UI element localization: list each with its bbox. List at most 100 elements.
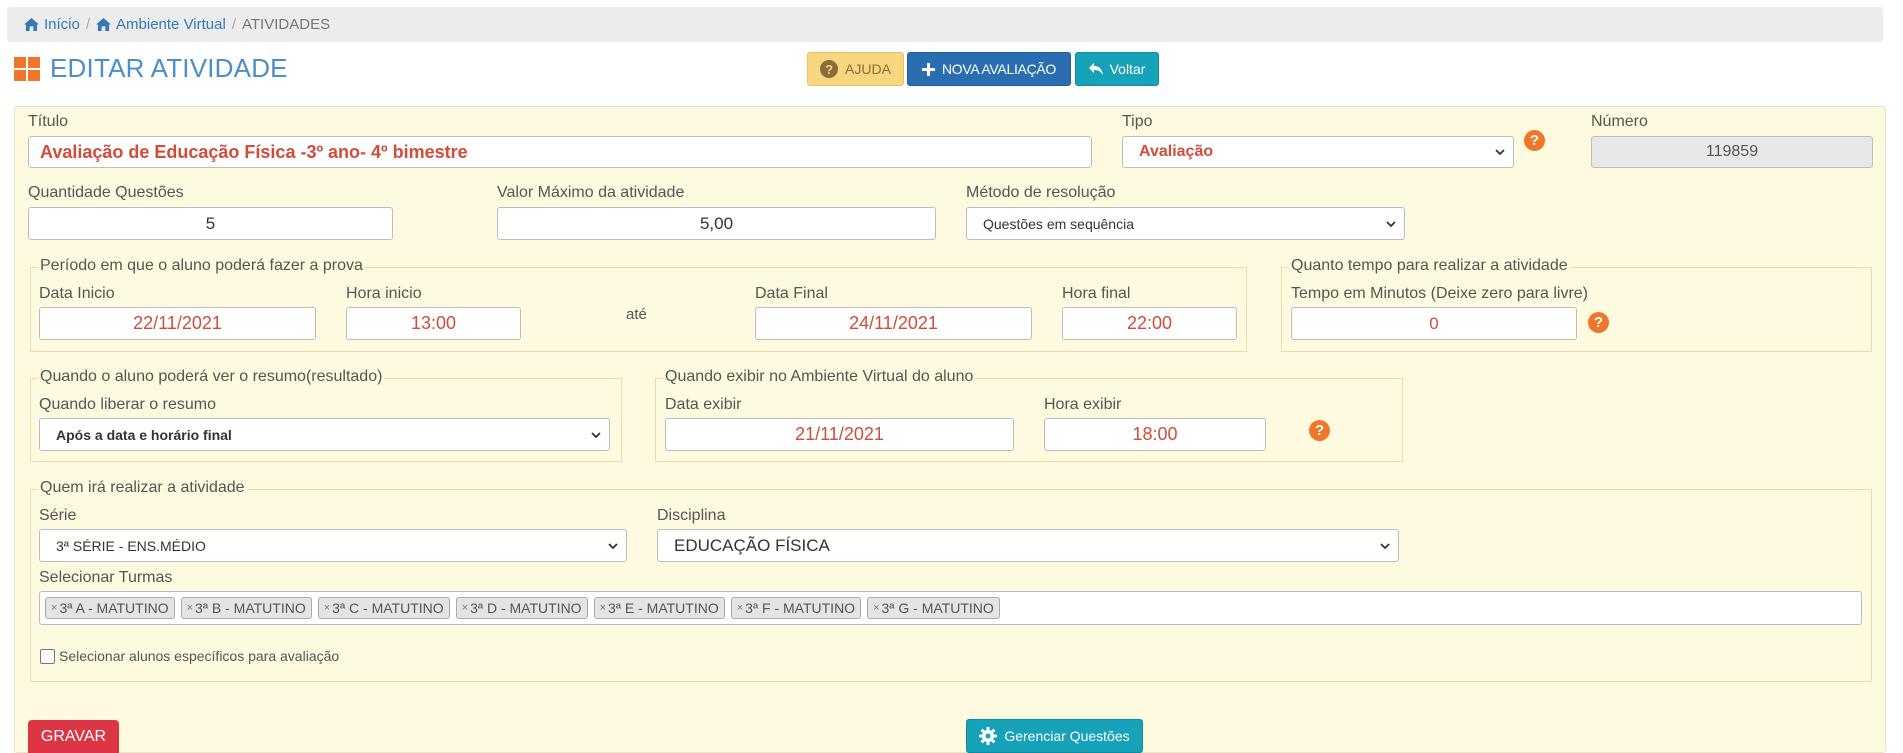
tempo-help-icon[interactable]: ? [1588, 312, 1609, 333]
manage-questions-button[interactable]: Gerenciar Questões [966, 719, 1143, 753]
new-evaluation-label: NOVA AVALIAÇÃO [941, 61, 1057, 77]
titulo-input[interactable]: Avaliação de Educação Física -3º ano- 4º… [28, 136, 1092, 168]
breadcrumb: Início / Ambiente Virtual / ATIVIDADES [7, 7, 1883, 42]
alunos-especificos-label: Selecionar alunos específicos para avali… [59, 648, 340, 664]
breadcrumb-separator: / [231, 16, 236, 33]
remove-icon[interactable]: × [51, 602, 57, 614]
hora-exibir-input[interactable]: 18:00 [1044, 418, 1266, 451]
tipo-label: Tipo [1122, 113, 1153, 130]
tempo-label: Tempo em Minutos (Deixe zero para livre) [1291, 285, 1588, 302]
turma-tag[interactable]: × 3ª C - MATUTINO [317, 597, 450, 619]
metodo-label: Método de resolução [966, 184, 1116, 201]
hora-final-input[interactable]: 22:00 [1062, 307, 1237, 340]
exibir-legend: Quando exibir no Ambiente Virtual do alu… [663, 368, 976, 386]
save-button-label: GRAVAR [40, 727, 107, 745]
titulo-value: Avaliação de Educação Física -3º ano- 4º… [40, 141, 468, 162]
turma-tag[interactable]: × 3ª F - MATUTINO [730, 597, 862, 619]
metodo-value: Questões em sequência [983, 215, 1134, 232]
serie-select[interactable]: 3ª SÉRIE - ENS.MÉDIO [39, 529, 627, 562]
turma-tag-label: 3ª D - MATUTINO [470, 600, 582, 616]
back-button[interactable]: Voltar [1075, 52, 1159, 86]
turma-tag-label: 3ª G - MATUTINO [881, 600, 994, 616]
tempo-legend: Quanto tempo para realizar a atividade [1289, 257, 1570, 275]
back-button-label: Voltar [1109, 61, 1146, 77]
turma-tag-label: 3ª B - MATUTINO [195, 600, 306, 616]
valor-maximo-label: Valor Máximo da atividade [497, 184, 685, 201]
titulo-label: Título [28, 113, 69, 130]
turma-tag[interactable]: × 3ª A - MATUTINO [45, 597, 175, 619]
data-inicio-value: 22/11/2021 [133, 313, 222, 333]
data-exibir-value: 21/11/2021 [795, 424, 884, 444]
metodo-select[interactable]: Questões em sequência [966, 207, 1405, 240]
turmas-label: Selecionar Turmas [39, 569, 173, 586]
chevron-down-icon [1380, 542, 1390, 549]
remove-icon[interactable]: × [737, 602, 743, 614]
manage-questions-label: Gerenciar Questões [1004, 728, 1130, 744]
quem-legend: Quem irá realizar a atividade [38, 479, 247, 497]
turma-tag[interactable]: × 3ª E - MATUTINO [593, 597, 725, 619]
qtd-questoes-value: 5 [205, 213, 216, 233]
resumo-label: Quando liberar o resumo [39, 396, 216, 413]
alunos-especificos-checkbox[interactable] [40, 648, 55, 664]
chevron-down-icon [1495, 149, 1505, 156]
turma-tag[interactable]: × 3ª B - MATUTINO [180, 597, 312, 619]
turma-tag-label: 3ª E - MATUTINO [608, 600, 719, 616]
new-evaluation-button[interactable]: NOVA AVALIAÇÃO [907, 52, 1071, 86]
plus-icon [921, 62, 935, 76]
turma-tag[interactable]: × 3ª G - MATUTINO [867, 597, 1000, 619]
gear-icon [979, 727, 998, 745]
hora-inicio-input[interactable]: 13:00 [346, 307, 521, 340]
remove-icon[interactable]: × [324, 602, 330, 614]
home-icon [24, 18, 39, 31]
remove-icon[interactable]: × [187, 602, 193, 614]
numero-label: Número [1591, 113, 1648, 130]
serie-value: 3ª SÉRIE - ENS.MÉDIO [56, 537, 206, 554]
tempo-value: 0 [1429, 313, 1439, 333]
tipo-help-icon[interactable]: ? [1524, 130, 1545, 151]
valor-maximo-input[interactable]: 5,00 [497, 207, 936, 240]
remove-icon[interactable]: × [873, 602, 879, 614]
remove-icon[interactable]: × [462, 602, 468, 614]
tempo-input[interactable]: 0 [1291, 307, 1577, 340]
disciplina-select[interactable]: EDUCAÇÃO FÍSICA [657, 529, 1399, 562]
page-header: EDITAR ATIVIDADE [14, 53, 288, 84]
data-inicio-input[interactable]: 22/11/2021 [39, 307, 316, 340]
breadcrumb-current: ATIVIDADES [242, 16, 331, 33]
data-inicio-label: Data Inicio [39, 285, 115, 302]
turma-tag-label: 3ª F - MATUTINO [745, 600, 856, 616]
exibir-help-icon[interactable]: ? [1309, 420, 1330, 441]
qtd-questoes-label: Quantidade Questões [28, 184, 184, 201]
chevron-down-icon [591, 431, 601, 438]
breadcrumb-label: Ambiente Virtual [116, 16, 226, 33]
turmas-multiselect[interactable]: × 3ª A - MATUTINO × 3ª B - MATUTINO × 3ª C … [39, 591, 1862, 625]
data-final-label: Data Final [755, 285, 828, 302]
qtd-questoes-input[interactable]: 5 [28, 207, 393, 240]
hora-exibir-label: Hora exibir [1044, 396, 1122, 413]
resumo-select[interactable]: Após a data e horário final [39, 418, 610, 451]
chevron-down-icon [1386, 220, 1396, 227]
hora-inicio-label: Hora inicio [346, 285, 422, 302]
help-button[interactable]: ? AJUDA [807, 52, 904, 86]
data-exibir-input[interactable]: 21/11/2021 [665, 418, 1014, 451]
grid-icon [14, 56, 40, 81]
hora-inicio-value: 13:00 [410, 313, 457, 333]
remove-icon[interactable]: × [600, 602, 606, 614]
breadcrumb-ambiente-link[interactable]: Ambiente Virtual [96, 16, 226, 33]
breadcrumb-home-link[interactable]: Início [24, 16, 80, 33]
data-exibir-label: Data exibir [665, 396, 742, 413]
page-title: EDITAR ATIVIDADE [50, 53, 288, 83]
data-final-input[interactable]: 24/11/2021 [755, 307, 1032, 340]
home-icon [96, 18, 111, 31]
save-button[interactable]: GRAVAR [28, 720, 119, 753]
hora-final-value: 22:00 [1126, 313, 1173, 333]
disciplina-label: Disciplina [657, 507, 726, 524]
tipo-select[interactable]: Avaliação [1122, 136, 1514, 168]
hora-exibir-value: 18:00 [1132, 424, 1178, 444]
serie-label: Série [39, 507, 77, 524]
turma-tag-label: 3ª C - MATUTINO [332, 600, 444, 616]
turma-tag[interactable]: × 3ª D - MATUTINO [455, 597, 588, 619]
tipo-value: Avaliação [1139, 143, 1214, 160]
ate-text: até [626, 306, 647, 323]
data-final-value: 24/11/2021 [849, 313, 938, 333]
periodo-legend: Período em que o aluno poderá fazer a pr… [38, 257, 365, 275]
